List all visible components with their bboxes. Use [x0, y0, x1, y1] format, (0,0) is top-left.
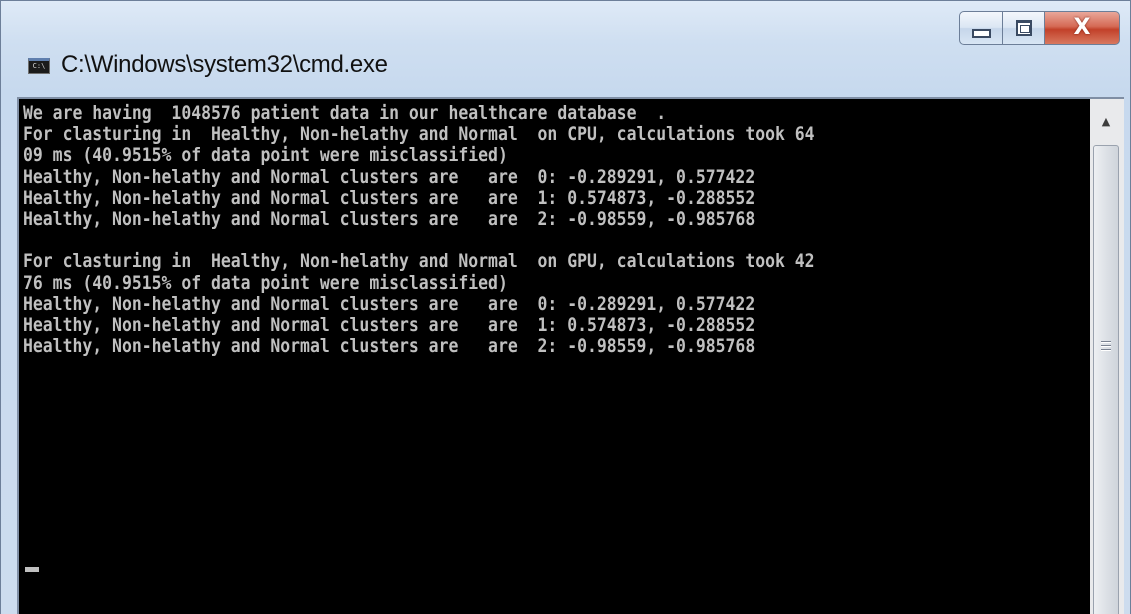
console-line: 09 ms (40.9515% of data point were miscl…: [23, 144, 508, 167]
window-controls: X: [959, 11, 1120, 45]
close-button[interactable]: X: [1045, 11, 1120, 45]
console-line: Healthy, Non-helathy and Normal clusters…: [23, 207, 756, 230]
maximize-icon: [1015, 20, 1032, 36]
close-icon: X: [1073, 15, 1091, 40]
vertical-scrollbar[interactable]: ▲: [1090, 97, 1124, 614]
console-line: For clasturing in Healthy, Non-helathy a…: [23, 123, 815, 146]
console-line: Healthy, Non-helathy and Normal clusters…: [23, 165, 756, 188]
title-bar[interactable]: C:\ C:\Windows\system32\cmd.exe X: [1, 1, 1130, 96]
text-cursor: [25, 567, 39, 572]
scroll-thumb[interactable]: [1093, 145, 1119, 614]
console-line: 76 ms (40.9515% of data point were miscl…: [23, 271, 508, 294]
grip-icon: [1101, 341, 1111, 353]
console-line: For clasturing in Healthy, Non-helathy a…: [23, 250, 815, 273]
cmd-window: C:\ C:\Windows\system32\cmd.exe X We are…: [0, 0, 1131, 614]
console-line: Healthy, Non-helathy and Normal clusters…: [23, 292, 756, 315]
minimize-icon: [971, 28, 991, 38]
scroll-up-button[interactable]: ▲: [1090, 99, 1122, 143]
console-lines: We are having 1048576 patient data in ou…: [23, 102, 1090, 358]
console-line: Healthy, Non-helathy and Normal clusters…: [23, 186, 756, 209]
console-line: Healthy, Non-helathy and Normal clusters…: [23, 313, 756, 336]
console-line: Healthy, Non-helathy and Normal clusters…: [23, 335, 756, 358]
minimize-button[interactable]: [959, 11, 1003, 45]
window-title: C:\Windows\system32\cmd.exe: [61, 51, 388, 78]
cmd-app-icon[interactable]: C:\: [28, 58, 50, 74]
console-output[interactable]: We are having 1048576 patient data in ou…: [17, 97, 1090, 614]
console-line: We are having 1048576 patient data in ou…: [23, 102, 667, 124]
arrow-up-icon: ▲: [1101, 114, 1111, 128]
maximize-button[interactable]: [1003, 11, 1045, 45]
